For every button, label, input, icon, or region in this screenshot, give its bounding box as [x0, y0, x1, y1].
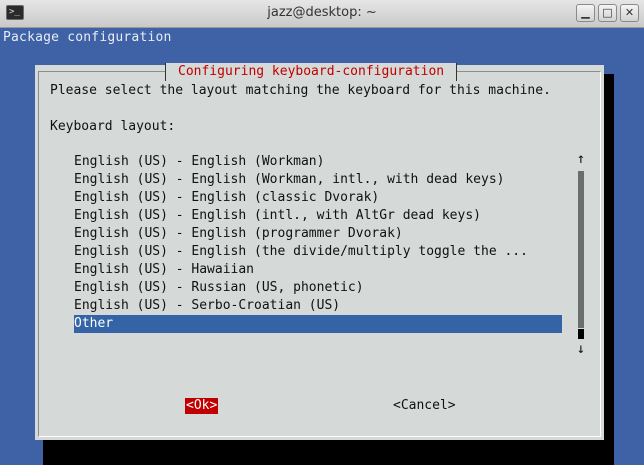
close-button[interactable]: ✕ — [620, 4, 639, 22]
window-titlebar[interactable]: >_ jazz@desktop: ~ ▁ □ ✕ — [0, 0, 644, 28]
list-item[interactable]: English (US) - English (programmer Dvora… — [74, 225, 562, 243]
keyboard-layout-list[interactable]: English (US) - English (Workman) English… — [74, 153, 562, 333]
list-item[interactable]: English (US) - Serbo-Croatian (US) — [74, 297, 562, 315]
list-item[interactable]: English (US) - English (Workman, intl., … — [74, 171, 562, 189]
list-label: Keyboard layout: — [50, 119, 176, 134]
scrollbar-thumb[interactable] — [578, 329, 584, 339]
ok-button[interactable]: <Ok> — [185, 398, 219, 414]
scroll-down-icon[interactable]: ↓ — [575, 341, 587, 357]
dialog-shadow — [43, 440, 614, 465]
list-item[interactable]: English (US) - Russian (US, phonetic) — [74, 279, 562, 297]
list-item[interactable]: English (US) - English (intl., with AltG… — [74, 207, 562, 225]
list-item[interactable]: English (US) - English (Workman) — [74, 153, 562, 171]
dialog-prompt: Please select the layout matching the ke… — [50, 83, 551, 98]
config-dialog: Configuring keyboard-configuration Pleas… — [35, 63, 604, 440]
list-item[interactable]: English (US) - English (the divide/multi… — [74, 243, 562, 261]
window-title: jazz@desktop: ~ — [267, 5, 377, 20]
cancel-button[interactable]: <Cancel> — [393, 398, 456, 414]
list-item-selected[interactable]: Other — [74, 315, 562, 333]
dialog-shadow — [604, 74, 614, 465]
maximize-button[interactable]: □ — [598, 4, 617, 22]
scroll-up-icon[interactable]: ↑ — [575, 151, 587, 167]
list-item[interactable]: English (US) - English (classic Dvorak) — [74, 189, 562, 207]
terminal-area[interactable]: Package configuration Configuring keyboa… — [0, 28, 644, 465]
scrollbar-track[interactable] — [578, 171, 584, 328]
screen-title: Package configuration — [3, 30, 172, 45]
dialog-title: Configuring keyboard-configuration — [165, 63, 458, 81]
minimize-button[interactable]: ▁ — [576, 4, 595, 22]
list-item[interactable]: English (US) - Hawaiian — [74, 261, 562, 279]
